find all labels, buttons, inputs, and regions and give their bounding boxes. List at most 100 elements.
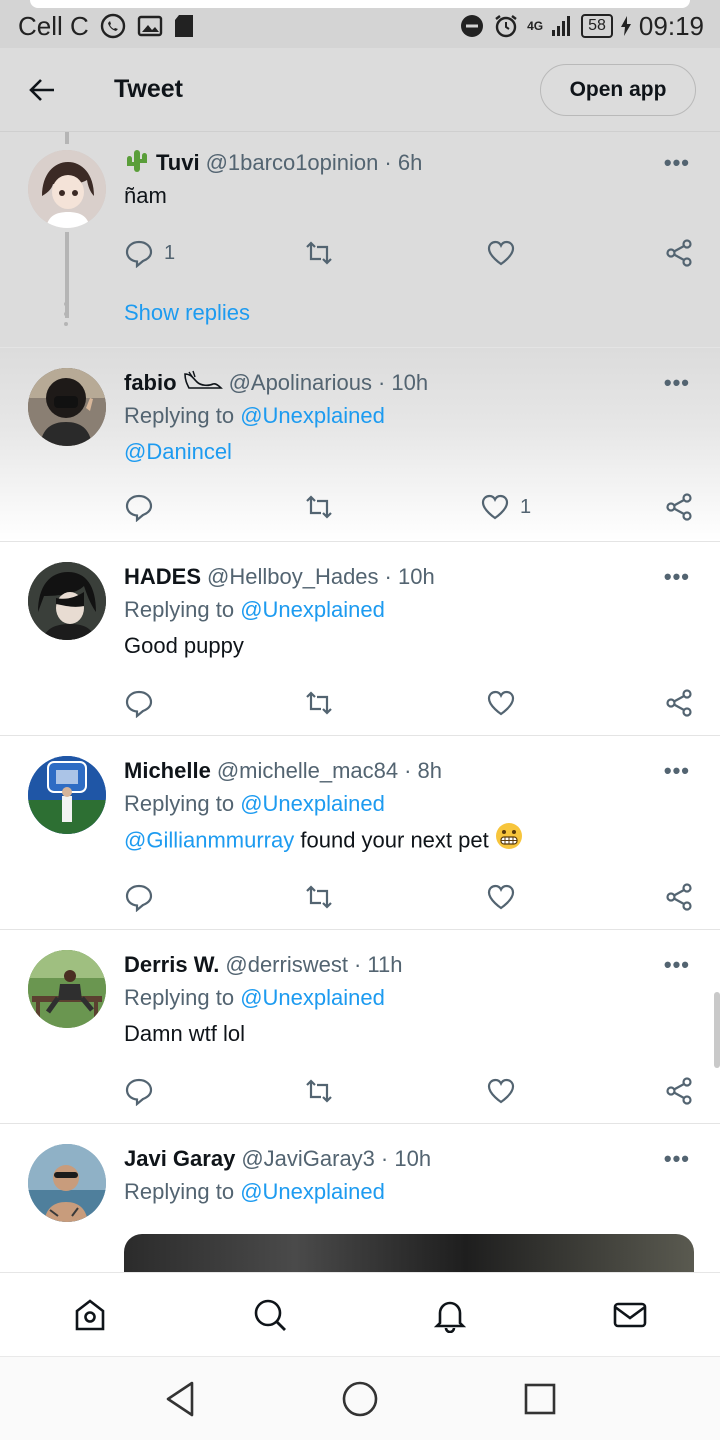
tweet-actions	[124, 688, 694, 720]
retweet-icon	[306, 691, 332, 715]
share-button[interactable]	[664, 882, 694, 912]
tweet-time[interactable]: · 10h	[385, 564, 435, 590]
retweet-button[interactable]	[304, 1076, 334, 1106]
more-options-button[interactable]: •••	[664, 758, 690, 784]
cactus-emoji-icon	[124, 148, 150, 178]
share-button[interactable]	[664, 492, 694, 522]
retweet-icon	[306, 495, 332, 519]
more-options-button[interactable]: •••	[664, 370, 690, 396]
show-replies-link[interactable]: Show replies	[124, 300, 250, 326]
nav-notifications-button[interactable]	[430, 1295, 470, 1335]
tweet-time[interactable]: · 11h	[354, 952, 403, 978]
more-options-button[interactable]: •••	[664, 150, 690, 176]
carrier-label: Cell C	[18, 10, 89, 41]
tweet-item[interactable]: HADES @Hellboy_Hades · 10h Replying to @…	[0, 542, 720, 736]
display-name[interactable]: Javi Garay	[124, 1146, 235, 1172]
share-button[interactable]	[664, 688, 694, 718]
display-name[interactable]: Michelle	[124, 758, 211, 784]
search-icon	[254, 1299, 286, 1331]
like-button[interactable]: 1	[480, 492, 531, 522]
tweet-actions	[124, 1076, 694, 1108]
heart-icon	[487, 690, 515, 716]
tweet-media-image[interactable]	[124, 1234, 694, 1272]
system-back-button[interactable]	[160, 1379, 200, 1419]
retweet-button[interactable]	[304, 492, 334, 522]
grimace-emoji-icon	[495, 822, 523, 861]
tweet-item[interactable]: Michelle @michelle_mac84 · 8h Replying t…	[0, 736, 720, 930]
nav-messages-button[interactable]	[610, 1295, 650, 1335]
retweet-button[interactable]	[304, 238, 334, 268]
like-button[interactable]	[486, 688, 516, 718]
heart-icon	[487, 1078, 515, 1104]
display-name[interactable]: fabio	[124, 370, 177, 396]
tweet-text: Damn wtf lol	[124, 1021, 246, 1046]
share-button[interactable]	[664, 238, 694, 268]
user-handle[interactable]: @Apolinarious	[229, 370, 372, 396]
replying-to-link[interactable]: @Unexplained	[240, 985, 385, 1010]
reply-icon	[125, 690, 153, 718]
open-app-button[interactable]: Open app	[540, 64, 696, 116]
like-button[interactable]	[486, 882, 516, 912]
like-button[interactable]	[486, 1076, 516, 1106]
avatar[interactable]	[28, 756, 106, 834]
avatar[interactable]	[28, 950, 106, 1028]
tweet-time[interactable]: · 10h	[378, 370, 428, 396]
display-name[interactable]: Derris W.	[124, 952, 219, 978]
replying-to-link[interactable]: @Unexplained	[240, 403, 385, 428]
user-handle[interactable]: @michelle_mac84	[217, 758, 398, 784]
heart-icon	[481, 494, 509, 520]
replying-to-link[interactable]: @Unexplained	[240, 597, 385, 622]
tweet-time[interactable]: · 10h	[381, 1146, 431, 1172]
user-handle[interactable]: @derriswest	[225, 952, 348, 978]
tweet-time[interactable]: · 8h	[404, 758, 442, 784]
retweet-button[interactable]	[304, 882, 334, 912]
tweet-item[interactable]: fabio @Apolinarious · 10h Replying to @U…	[0, 348, 720, 542]
tweet-item[interactable]: Derris W. @derriswest · 11h Replying to …	[0, 930, 720, 1124]
mention-link[interactable]: @Danincel	[124, 439, 232, 464]
scrollbar[interactable]	[714, 992, 720, 1068]
alarm-icon	[493, 13, 519, 39]
reply-button[interactable]	[124, 492, 154, 522]
retweet-icon	[306, 885, 332, 909]
user-handle[interactable]: @1barco1opinion	[206, 150, 379, 176]
tweet-item[interactable]: Tuvi @1barco1opinion · 6h ñam ••• 1 Show…	[0, 132, 720, 348]
replying-to-label: Replying to	[124, 1179, 235, 1204]
reply-button[interactable]	[124, 1076, 154, 1106]
nav-search-button[interactable]	[250, 1295, 290, 1335]
back-button[interactable]	[0, 48, 84, 132]
reply-icon	[125, 494, 153, 522]
thread-dots	[64, 302, 68, 332]
system-home-button[interactable]	[340, 1379, 380, 1419]
square-recents-icon	[524, 1383, 556, 1415]
tweet-item[interactable]: Javi Garay @JaviGaray3 · 10h Replying to…	[0, 1124, 720, 1272]
more-options-button[interactable]: •••	[664, 1146, 690, 1172]
avatar[interactable]	[28, 1144, 106, 1222]
reply-button[interactable]	[124, 882, 154, 912]
user-handle[interactable]: @Hellboy_Hades	[207, 564, 379, 590]
display-name[interactable]: Tuvi	[156, 150, 200, 176]
share-button[interactable]	[664, 1076, 694, 1106]
more-options-button[interactable]: •••	[664, 952, 690, 978]
reply-button[interactable]	[124, 688, 154, 718]
avatar[interactable]	[28, 368, 106, 446]
avatar[interactable]	[28, 150, 106, 228]
user-handle[interactable]: @JaviGaray3	[241, 1146, 375, 1172]
retweet-button[interactable]	[304, 688, 334, 718]
replying-to-link[interactable]: @Unexplained	[240, 1179, 385, 1204]
whatsapp-icon	[99, 12, 127, 40]
display-name[interactable]: HADES	[124, 564, 201, 590]
more-options-button[interactable]: •••	[664, 564, 690, 590]
reply-count: 1	[164, 241, 176, 264]
like-button[interactable]	[486, 238, 516, 268]
avatar[interactable]	[28, 562, 106, 640]
system-recents-button[interactable]	[520, 1379, 560, 1419]
mention-link[interactable]: @Gillianmmurray	[124, 827, 294, 852]
reply-button[interactable]: 1	[124, 238, 175, 268]
tweet-text: ñam	[124, 183, 167, 208]
replying-to-link[interactable]: @Unexplained	[240, 791, 385, 816]
nav-home-button[interactable]	[70, 1295, 110, 1335]
tweet-time[interactable]: · 6h	[384, 150, 422, 176]
share-icon	[666, 239, 692, 267]
tweet-text: found your next pet	[300, 827, 489, 853]
reply-icon	[125, 1078, 153, 1106]
